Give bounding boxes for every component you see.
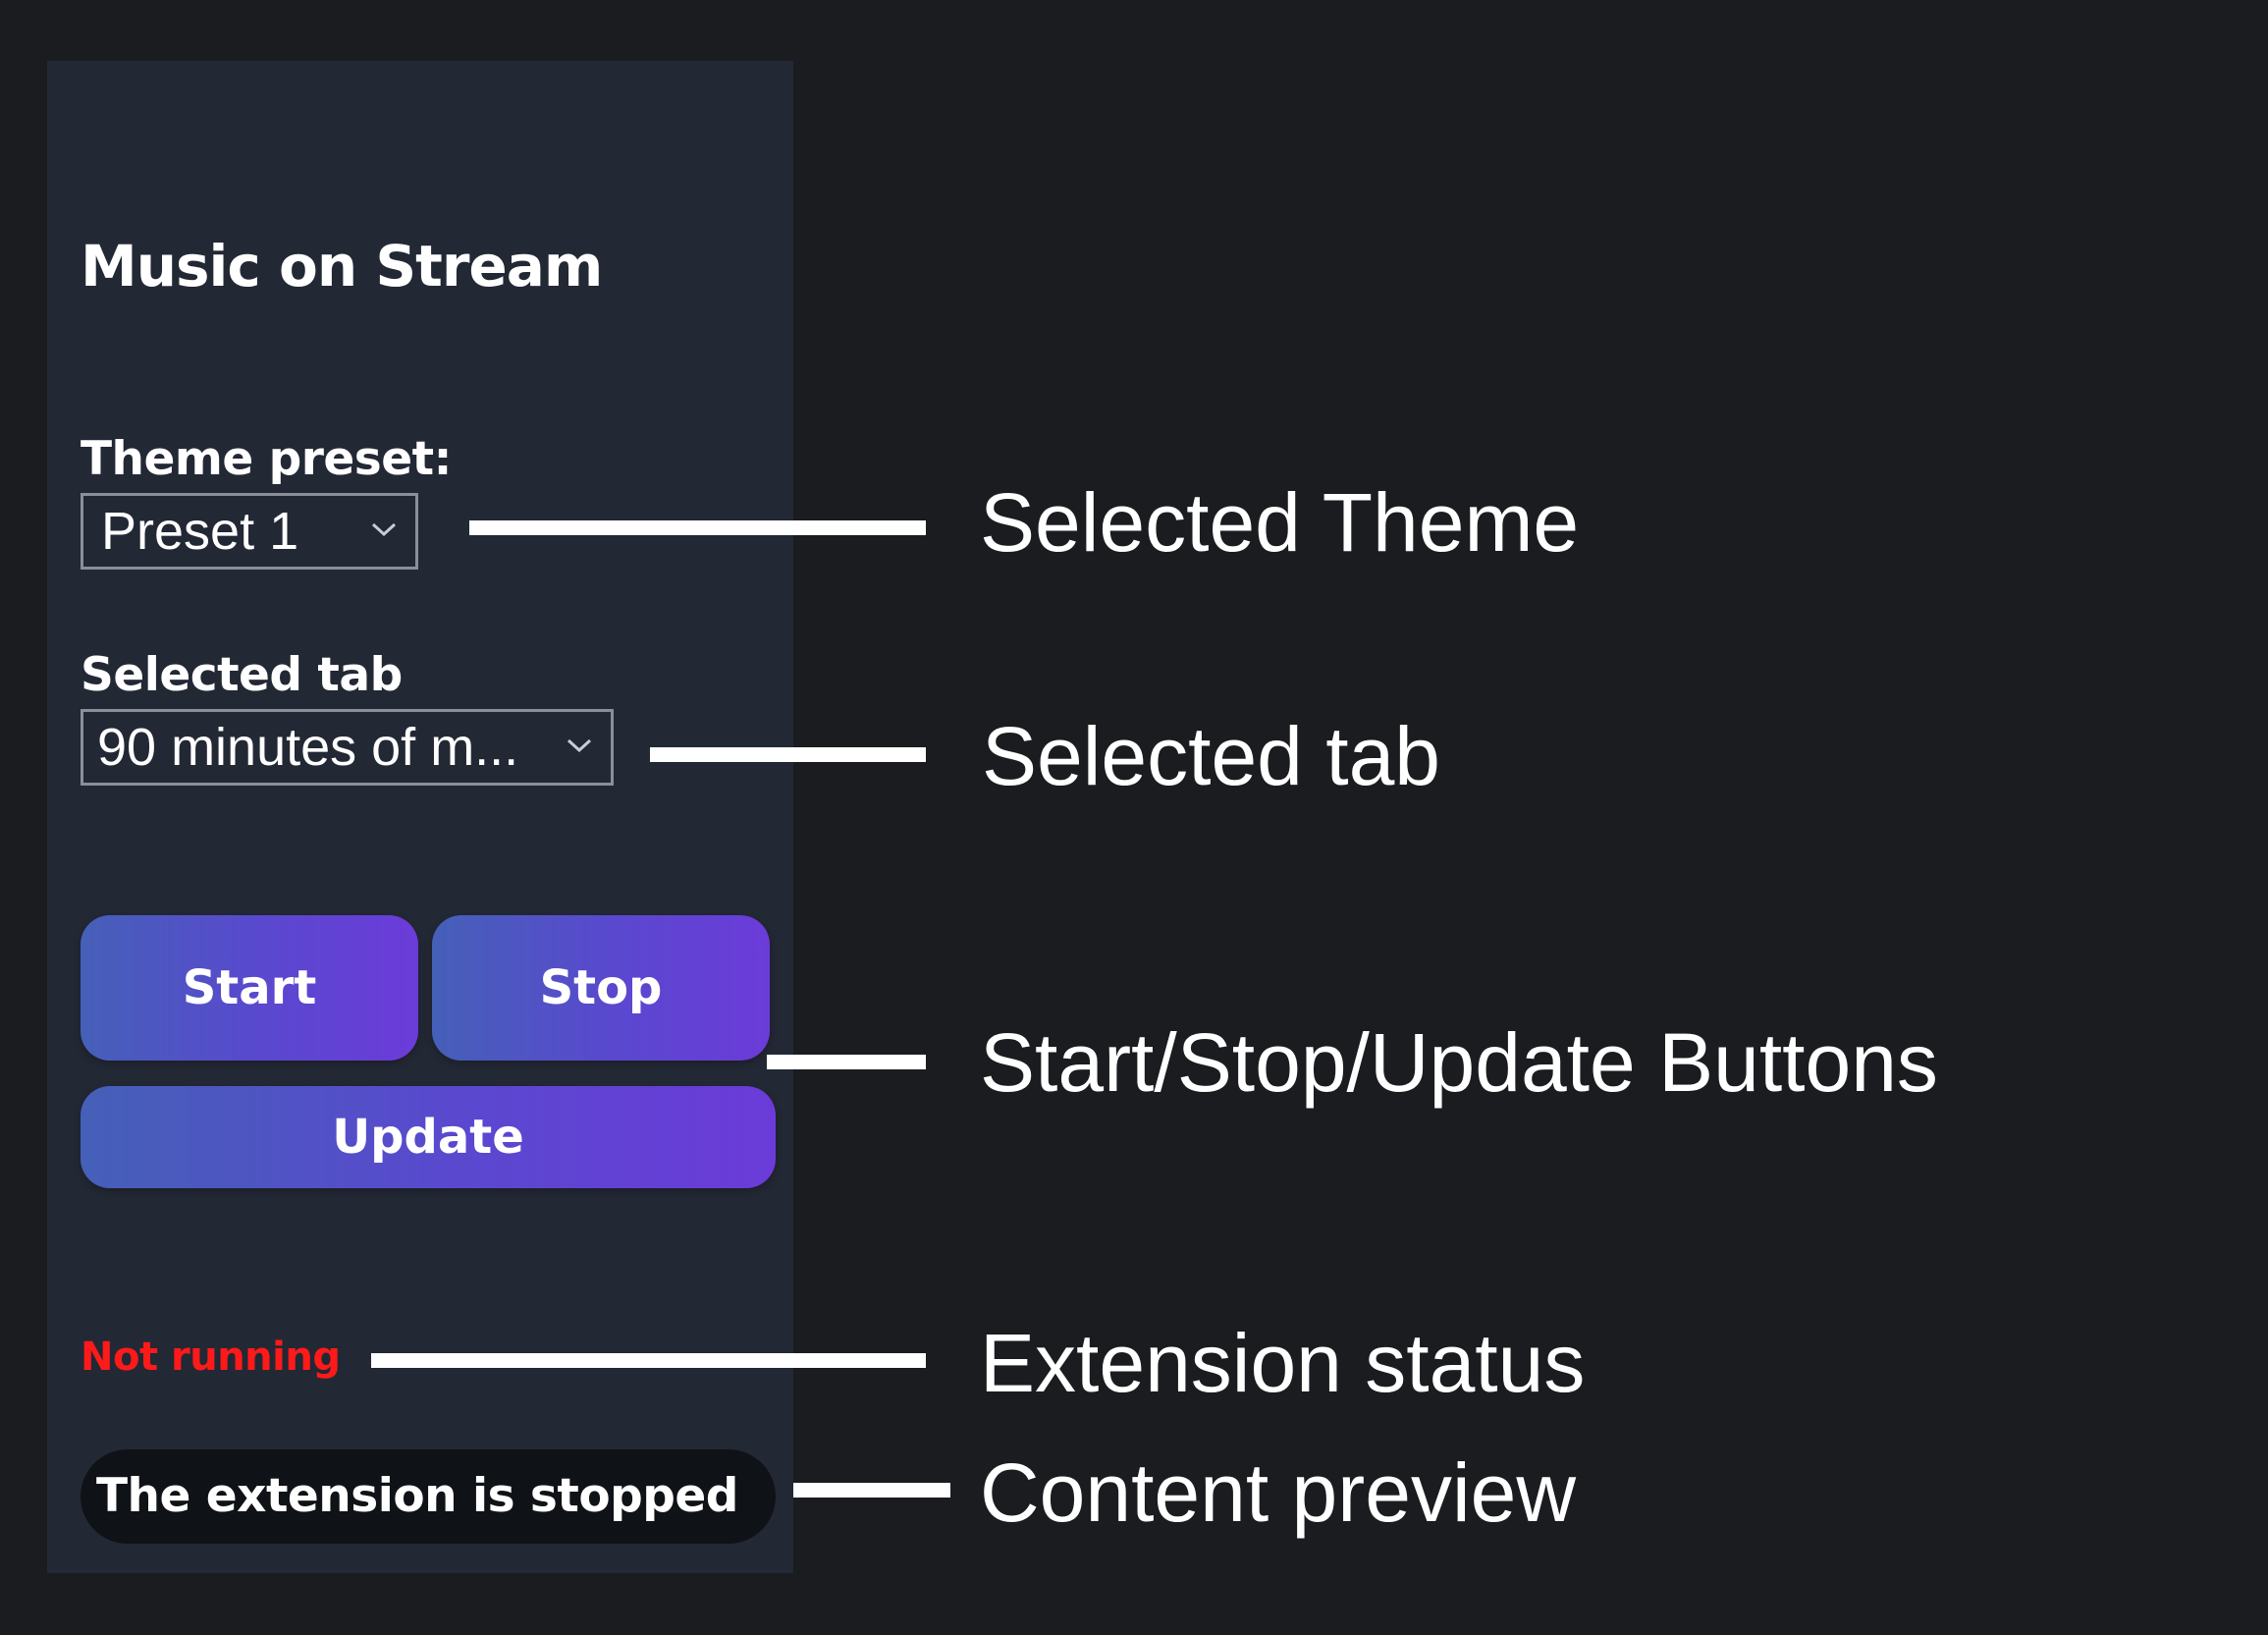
extension-status-text: Not running — [81, 1335, 341, 1380]
annotation-selected-theme: Selected Theme — [980, 476, 1580, 569]
selected-tab-value: 90 minutes of m... — [97, 718, 519, 777]
theme-preset-value: Preset 1 — [101, 502, 299, 561]
selected-tab-select[interactable]: 90 minutes of m... — [81, 709, 614, 786]
stop-button[interactable]: Stop — [432, 915, 770, 1061]
theme-preset-label: Theme preset: — [81, 432, 452, 486]
connector-line — [650, 747, 926, 762]
annotation-content-preview: Content preview — [980, 1446, 1576, 1539]
content-preview: The extension is stopped — [81, 1449, 776, 1544]
annotation-selected-tab: Selected tab — [982, 710, 1441, 802]
chevron-down-icon — [371, 522, 397, 537]
update-button[interactable]: Update — [81, 1086, 776, 1188]
app-title: Music on Stream — [81, 233, 603, 300]
connector-line — [469, 520, 926, 535]
start-button[interactable]: Start — [81, 915, 418, 1061]
annotation-extension-status: Extension status — [980, 1317, 1586, 1409]
connector-line — [767, 1055, 926, 1069]
annotation-buttons: Start/Stop/Update Buttons — [980, 1016, 1938, 1109]
selected-tab-label: Selected tab — [81, 648, 403, 702]
content-preview-text: The extension is stopped — [96, 1469, 738, 1523]
chevron-down-icon — [567, 738, 592, 753]
connector-line — [371, 1353, 926, 1368]
connector-line — [793, 1483, 950, 1498]
theme-preset-select[interactable]: Preset 1 — [81, 493, 418, 570]
